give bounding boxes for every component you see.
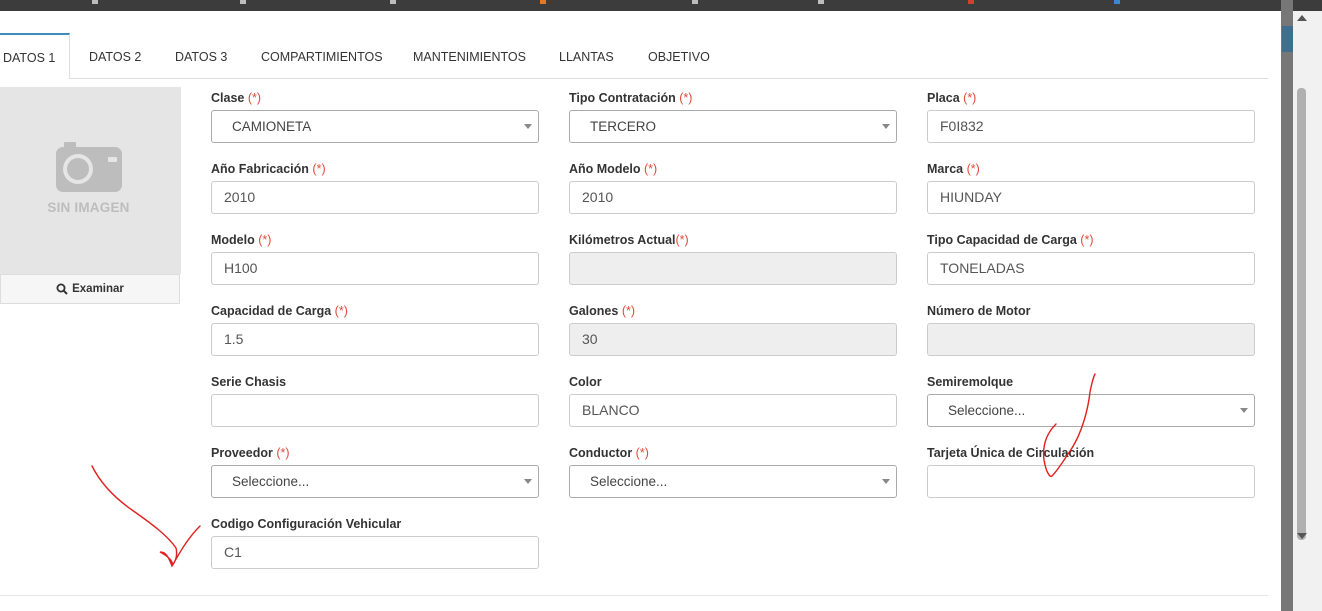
kilometros-actual-input [569, 252, 897, 285]
chevron-down-icon [1240, 408, 1248, 413]
tarjeta-unica-label: Tarjeta Única de Circulación [927, 446, 1095, 460]
tab-datos-2[interactable]: DATOS 2 [89, 33, 141, 78]
scrollbar-thumb[interactable] [1297, 88, 1306, 540]
tipo-capacidad-carga-input[interactable]: TONELADAS [927, 252, 1255, 285]
numero-motor-input [927, 323, 1255, 356]
top-bar-mark [390, 0, 396, 4]
codigo-config-label: Codigo Configuración Vehicular [211, 517, 402, 531]
anio-modelo-label: Año Modelo (*) [569, 162, 658, 176]
anio-modelo-input[interactable]: 2010 [569, 181, 897, 214]
capacidad-carga-label: Capacidad de Carga (*) [211, 304, 348, 318]
top-bar-mark [240, 0, 246, 4]
conductor-label: Conductor (*) [569, 446, 649, 460]
top-bar-mark [818, 0, 824, 4]
tab-datos-3[interactable]: DATOS 3 [175, 33, 227, 78]
codigo-config-input[interactable]: C1 [211, 536, 539, 569]
tab-compartimientos[interactable]: COMPARTIMIENTOS [261, 33, 383, 78]
anio-fabricacion-label: Año Fabricación (*) [211, 162, 326, 176]
marca-input[interactable]: HIUNDAY [927, 181, 1255, 214]
tipo-contratacion-label: Tipo Contratación (*) [569, 91, 693, 105]
camera-icon [56, 142, 122, 192]
serie-chasis-input[interactable] [211, 394, 539, 427]
semiremolque-label: Semiremolque [927, 375, 1014, 389]
proveedor-label: Proveedor (*) [211, 446, 290, 460]
galones-input: 30 [569, 323, 897, 356]
top-bar-mark [540, 0, 546, 4]
window-edge [1281, 0, 1293, 611]
semiremolque-select[interactable]: Seleccione... [927, 394, 1255, 427]
modelo-label: Modelo (*) [211, 233, 272, 247]
modelo-input[interactable]: H100 [211, 252, 539, 285]
chevron-down-icon [524, 124, 532, 129]
tab-llantas[interactable]: LLANTAS [559, 33, 614, 78]
chevron-down-icon [882, 124, 890, 129]
tipo-contratacion-select[interactable]: TERCERO [569, 110, 897, 143]
anio-fabricacion-input[interactable]: 2010 [211, 181, 539, 214]
tab-mantenimientos[interactable]: MANTENIMIENTOS [413, 33, 526, 78]
search-icon [56, 283, 68, 295]
tab-objetivo[interactable]: OBJETIVO [648, 33, 710, 78]
numero-motor-label: Número de Motor [927, 304, 1031, 318]
proveedor-select[interactable]: Seleccione... [211, 465, 539, 498]
top-bar-mark [692, 0, 698, 4]
top-bar-mark [92, 0, 98, 4]
color-label: Color [569, 375, 602, 389]
conductor-select[interactable]: Seleccione... [569, 465, 897, 498]
browse-button[interactable]: Examinar [0, 274, 180, 304]
background-window-strip [1282, 26, 1293, 52]
scroll-down-icon[interactable] [1297, 533, 1307, 539]
marca-label: Marca (*) [927, 162, 980, 176]
color-input[interactable]: BLANCO [569, 394, 897, 427]
top-bar-mark [968, 0, 974, 4]
checkmark-annotation [91, 465, 201, 568]
form-divider [0, 595, 1268, 596]
placa-input[interactable]: F0I832 [927, 110, 1255, 143]
scroll-up-icon[interactable] [1297, 15, 1307, 21]
capacidad-carga-input[interactable]: 1.5 [211, 323, 539, 356]
serie-chasis-label: Serie Chasis [211, 375, 287, 389]
tab-datos-1[interactable]: DATOS 1 [0, 33, 71, 79]
tab-bar: DATOS 1 DATOS 2 DATOS 3 COMPARTIMIENTOS … [0, 33, 1268, 79]
clase-label: Clase (*) [211, 91, 262, 105]
no-image-text: SIN IMAGEN [47, 200, 130, 215]
placa-label: Placa (*) [927, 91, 977, 105]
chevron-down-icon [524, 479, 532, 484]
kilometros-actual-label: Kilómetros Actual(*) [569, 233, 689, 247]
chevron-down-icon [882, 479, 890, 484]
galones-label: Galones (*) [569, 304, 636, 318]
tarjeta-unica-input[interactable] [927, 465, 1255, 498]
browser-top-bar [0, 0, 1322, 11]
clase-select[interactable]: CAMIONETA [211, 110, 539, 143]
tipo-capacidad-carga-label: Tipo Capacidad de Carga (*) [927, 233, 1094, 247]
top-bar-mark [1114, 0, 1120, 4]
browse-button-label: Examinar [72, 283, 124, 295]
